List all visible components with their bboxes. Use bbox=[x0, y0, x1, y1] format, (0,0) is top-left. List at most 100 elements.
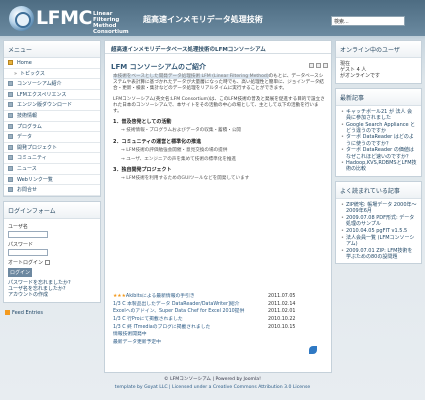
footer-license: template by Goyat LLC | Licensed under a… bbox=[114, 385, 311, 390]
menu-item-experience[interactable]: LFMエクスペリエンス bbox=[4, 90, 100, 101]
recent-articles: 最新記事 キャッチボール21 が 法人 会員に参加されました Google Se… bbox=[335, 87, 422, 178]
mail-icon bbox=[8, 187, 13, 193]
menu-item-label: トピックス bbox=[20, 70, 45, 77]
popular-articles: よく読まれている記事 ZIP統宅: 帳場データ 2000年～2009年6月 20… bbox=[335, 181, 422, 265]
online-line: がオンラインです bbox=[340, 73, 381, 80]
menu-item-download[interactable]: エンジン版ダウンロード bbox=[4, 100, 100, 111]
menu-item-label: プログラム bbox=[17, 123, 42, 130]
email-icon[interactable] bbox=[323, 63, 328, 68]
menu-item-label: LFMエクスペリエンス bbox=[17, 91, 67, 98]
logo-subtitle: Linear Filtering Method Consortium bbox=[93, 11, 129, 35]
recent-item[interactable]: Hadoop,KVS,RDBMSとLFM技術の比較 bbox=[340, 160, 417, 172]
popular-item[interactable]: 2009.07.01 ZIP: LFM技術を学ぶための80の設問題 bbox=[340, 248, 417, 260]
page: LFMC Linear Filtering Method Consortium … bbox=[0, 0, 425, 400]
menu-item-label: Home bbox=[17, 60, 32, 66]
site-header: LFMC Linear Filtering Method Consortium … bbox=[0, 0, 425, 36]
login-form: ログインフォーム ユーザ名 パスワード オートログイン ログイン パスワードを忘… bbox=[3, 200, 101, 303]
menu-item-home[interactable]: Home bbox=[4, 58, 100, 69]
news-title[interactable]: 1/3 C 本製品出したデータ DataReader/DataWriter]紹介 bbox=[113, 302, 239, 307]
online-title: オンライン中のユーザ bbox=[336, 41, 421, 58]
recent-item[interactable]: Google Search Appliance とどう違うのですか bbox=[340, 122, 417, 134]
page-icon bbox=[8, 81, 13, 87]
link-icon bbox=[8, 176, 13, 182]
section-item: → LFM技術の評価勉強会開催・意見交換の場の提供 bbox=[121, 147, 228, 153]
news-title[interactable]: 1/3 C 行Proにて掲載されました bbox=[113, 317, 183, 322]
online-users: オンライン中のユーザ 現在 ゲスト 4 人 がオンラインです bbox=[335, 40, 422, 84]
popular-title: よく読まれている記事 bbox=[336, 182, 421, 200]
menu-item-links[interactable]: Webリンク一覧 bbox=[4, 175, 100, 186]
lfmc-logo-icon[interactable] bbox=[9, 6, 34, 31]
section-heading-1: 1．普及啓発としての活動 bbox=[113, 119, 172, 126]
program-icon bbox=[8, 123, 13, 129]
news-title[interactable]: Excelへのアドイン、Super Data Chef for Excel 20… bbox=[113, 309, 244, 314]
section-heading-3: 3．独自開発プロジェクト bbox=[113, 167, 172, 174]
menu-item-contact[interactable]: お問合せ bbox=[4, 185, 100, 196]
recent-item[interactable]: キャッチボール21 が 法人 会員に参加されました bbox=[340, 109, 417, 121]
section-item: → LFM技術を利用するためのGUIツールなどを開発しています bbox=[121, 176, 250, 182]
news-item[interactable]: 1/3 C 終 ITmediaのブログに掲載されました 2010.10.15 bbox=[113, 324, 327, 332]
community-icon bbox=[8, 155, 13, 161]
star-icon: ★★★ bbox=[113, 294, 126, 299]
news-title[interactable]: 最新データ更新予定中 bbox=[113, 340, 161, 345]
news-title[interactable]: Akibitsによる最新情報の手引き bbox=[126, 294, 195, 299]
remember-checkbox[interactable] bbox=[44, 259, 50, 265]
news-item[interactable]: ★★★Akibitsによる最新情報の手引き 2011.07.05 bbox=[113, 293, 327, 301]
footer-copyright: © LFMコンソーシアム | Powered by Joomla! bbox=[164, 377, 261, 382]
popular-item[interactable]: 法人会員一覧 (LFMコンソーシアム) bbox=[340, 235, 417, 247]
recent-title: 最新記事 bbox=[336, 88, 421, 106]
menu-item-community[interactable]: コミュニティ bbox=[4, 153, 100, 164]
news-date: 2011.02.14 bbox=[268, 301, 296, 307]
menu-item-program[interactable]: プログラム bbox=[4, 122, 100, 133]
menu-item-topics[interactable]: トピックス bbox=[4, 69, 100, 80]
popular-item[interactable]: ZIP統宅: 帳場データ 2000年～2009年6月 bbox=[340, 202, 417, 214]
left-column: メニュー Home トピックス コンソーシアム紹介 LFMエクスペリエンス エン… bbox=[3, 40, 101, 319]
pdf-icon[interactable] bbox=[309, 63, 314, 68]
news-title[interactable]: 情報技術開発中 bbox=[113, 332, 147, 337]
article-paragraph: LFMコンソーシアム(英文名:LFM Consortium)は、このLFM技術の… bbox=[113, 96, 325, 115]
menu-item-label: コンソーシアム紹介 bbox=[17, 81, 62, 88]
feed-entries-link[interactable]: Feed Entries bbox=[3, 307, 101, 319]
document-icon bbox=[8, 112, 13, 118]
news-item[interactable]: 1/3 C 本製品出したデータ DataReader/DataWriter]紹介… bbox=[113, 301, 327, 309]
menu-item-label: ニュース bbox=[17, 165, 37, 172]
password-field[interactable] bbox=[8, 248, 48, 256]
popular-item[interactable]: 2010.04.05 pgFIT v1.5.5 bbox=[340, 228, 417, 234]
news-item[interactable]: 1/3 C 行Proにて掲載されました 2010.10.22 bbox=[113, 316, 327, 324]
news-title[interactable]: 1/3 C 終 ITmediaのブログに掲載されました bbox=[113, 325, 210, 330]
menu-item-label: エンジン版ダウンロード bbox=[17, 102, 73, 109]
news-date: 2010.10.15 bbox=[268, 324, 296, 330]
news-date: 2011.02.01 bbox=[268, 309, 296, 315]
article-tools bbox=[307, 63, 328, 70]
create-account-link[interactable]: アカウントの作成 bbox=[8, 292, 96, 298]
menu-item-about[interactable]: コンソーシアム紹介 bbox=[4, 79, 100, 90]
leaf-icon bbox=[309, 346, 317, 354]
site-tagline: 超高速インメモリデータ処理技術 bbox=[143, 15, 263, 24]
recent-item[interactable]: ターボ DataReader の価値はなぜこれほど速いのですか？ bbox=[340, 147, 417, 159]
section-item: → 技術情報・プログラムおよびデータの収集・蓄積・公開 bbox=[121, 128, 242, 134]
logo-text[interactable]: LFMC bbox=[36, 7, 92, 29]
menu-item-data[interactable]: データ bbox=[4, 132, 100, 143]
news-date: 2010.10.22 bbox=[268, 317, 296, 323]
site-footer: © LFMコンソーシアム | Powered by Joomla! templa… bbox=[0, 375, 425, 400]
popular-item[interactable]: 2009.07.08 PDF形式: データ処理のサンプル bbox=[340, 215, 417, 227]
content-wrapper: メニュー Home トピックス コンソーシアム紹介 LFMエクスペリエンス エン… bbox=[3, 40, 422, 373]
rss-icon bbox=[5, 309, 10, 315]
menu-item-tech[interactable]: 技術情報 bbox=[4, 111, 100, 122]
recent-item[interactable]: ターボ DataReader はどのように使うのですか？ bbox=[340, 134, 417, 146]
menu-item-news[interactable]: ニュース bbox=[4, 164, 100, 175]
breadcrumb: 超高速インメモリデータベース処理技術のLFMコンソーシアム bbox=[105, 41, 331, 54]
menu-item-label: お問合せ bbox=[17, 187, 38, 194]
news-icon bbox=[8, 165, 13, 171]
search-input[interactable] bbox=[331, 16, 405, 26]
remember-label: オートログイン bbox=[8, 259, 44, 266]
username-field[interactable] bbox=[8, 230, 48, 238]
login-button[interactable]: ログイン bbox=[8, 267, 33, 277]
menu-item-projects[interactable]: 開発プロジェクト bbox=[4, 143, 100, 154]
menu-item-label: コミュニティ bbox=[17, 155, 47, 162]
news-item[interactable]: 情報技術開発中 bbox=[113, 331, 327, 339]
news-item[interactable]: 最新データ更新予定中 bbox=[113, 339, 327, 347]
news-item[interactable]: Excelへのアドイン、Super Data Chef for Excel 20… bbox=[113, 308, 327, 316]
print-icon[interactable] bbox=[316, 63, 321, 68]
article-body: 本技術をベースとした開発データ処理技術 LFM (Linear Filterin… bbox=[113, 74, 327, 186]
username-label: ユーザ名 bbox=[8, 223, 28, 230]
